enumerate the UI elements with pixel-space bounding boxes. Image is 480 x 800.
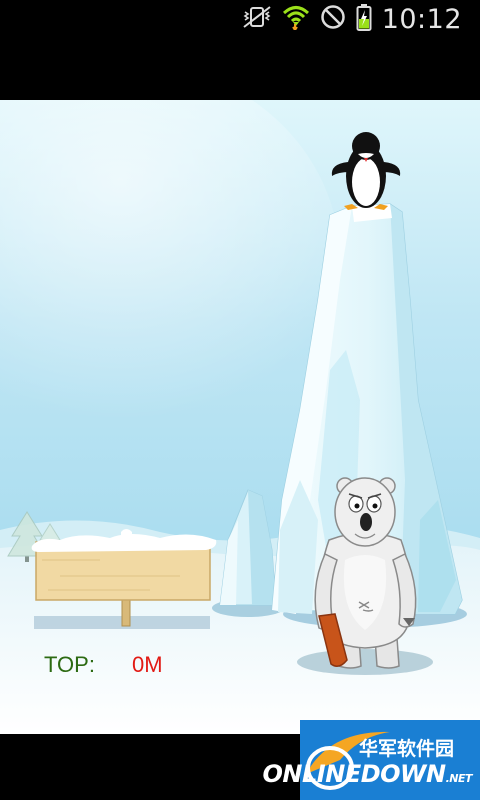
- vibrate-icon: [242, 5, 272, 34]
- status-time: 10:12: [381, 3, 462, 35]
- top-label: TOP:: [44, 652, 95, 677]
- no-signal-icon: [320, 4, 346, 35]
- wifi-icon: [282, 4, 310, 35]
- game-scene: [0, 100, 480, 734]
- watermark-suffix: .NET: [445, 772, 473, 785]
- watermark-english: ONLINEDOWN.NET: [262, 760, 473, 788]
- battery-charging-icon: [356, 3, 372, 36]
- status-icons: 10:12: [242, 3, 462, 36]
- score-display: TOP: 0M: [44, 652, 163, 678]
- status-bar: 10:12: [0, 0, 480, 38]
- top-score-value: 0M: [132, 652, 163, 677]
- top-letterbox: [0, 38, 480, 100]
- watermark-english-text: ONLINEDOWN: [262, 760, 447, 788]
- watermark-logo: 华军软件园 ONLINEDOWN.NET: [263, 720, 480, 800]
- game-area[interactable]: TOP: 0M: [0, 100, 480, 734]
- watermark-chinese: 华军软件园: [358, 738, 454, 760]
